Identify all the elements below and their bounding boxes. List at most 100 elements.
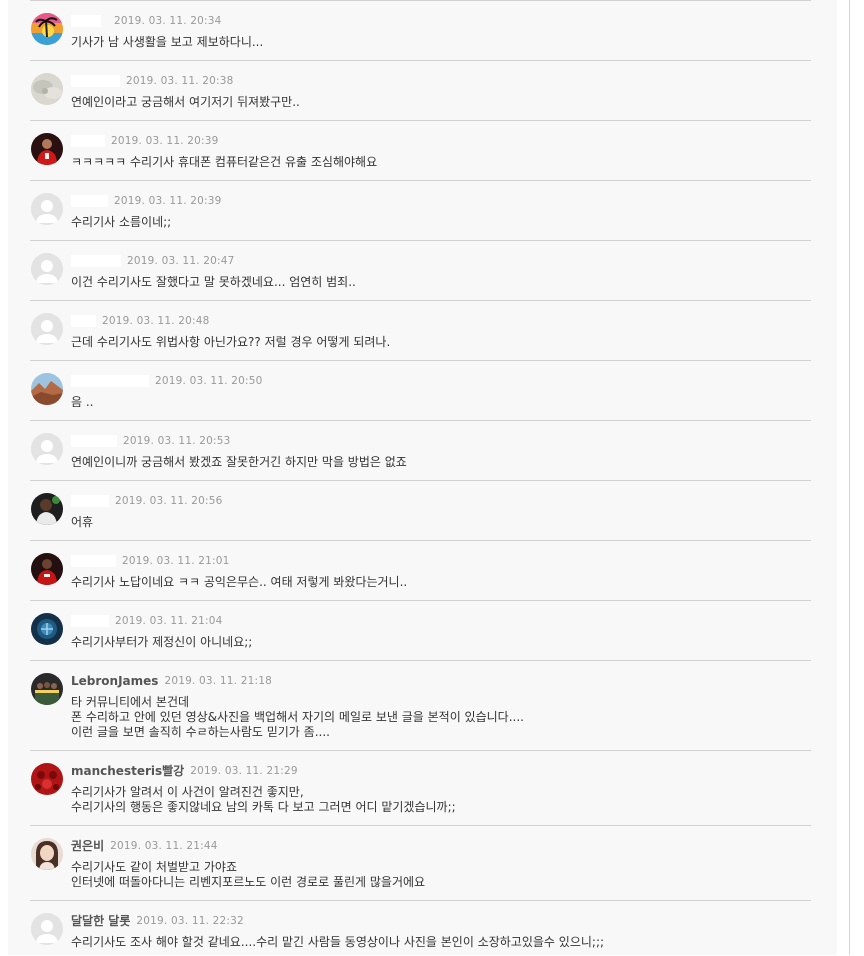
comment-author[interactable] [71, 195, 108, 207]
comment-meta: 2019. 03. 11. 20:38 [71, 75, 234, 89]
comment-line: 수리기사의 행동은 좋지않네요 남의 카톡 다 보고 그러면 어디 맡기겠습니까… [71, 800, 456, 814]
comment-item: 권은비 2019. 03. 11. 21:44 수리기사도 같이 처벌받고 가야죠… [30, 825, 811, 901]
avatar[interactable] [31, 433, 63, 465]
default-user-icon [31, 433, 63, 465]
avatar[interactable] [31, 13, 63, 45]
comment-line: 기사가 남 사생활을 보고 제보하다니... [71, 35, 264, 49]
comment-line: 수리기사부터가 제정신이 아니네요;; [71, 635, 253, 649]
comment-author[interactable] [71, 255, 121, 267]
comment-line: 수리기사 노답이네요 ㅋㅋ 공익은무슨.. 여태 저렇게 봐왔다는거니.. [71, 575, 408, 589]
default-user-icon [31, 913, 63, 945]
comment-date: 2019. 03. 11. 20:39 [111, 135, 219, 147]
comment-item: LebronJames 2019. 03. 11. 21:18 타 커뮤니티에서 … [30, 660, 811, 751]
avatar[interactable] [31, 493, 63, 525]
comment-item: 달달한 달롯 2019. 03. 11. 22:32 수리기사도 조사 해야 할것… [30, 900, 811, 956]
comment-meta: 2019. 03. 11. 21:04 [71, 615, 223, 629]
comment-text: 타 커뮤니티에서 본건데 폰 수리하고 안에 있던 영상&사진을 백업해서 자기… [71, 695, 791, 740]
avatar[interactable] [31, 73, 63, 105]
palm-tree-sunset-icon [31, 13, 63, 45]
comment-date: 2019. 03. 11. 20:47 [127, 255, 235, 267]
comment-meta: manchesteris빨강 2019. 03. 11. 21:29 [71, 765, 298, 779]
comment-author[interactable] [71, 135, 105, 147]
comment-item: 2019. 03. 11. 20:53 연예인이니까 궁금해서 봤겠죠 잘못한거… [30, 420, 811, 481]
comment-date: 2019. 03. 11. 21:29 [190, 765, 298, 777]
comment-meta: 2019. 03. 11. 20:48 [71, 315, 210, 329]
avatar[interactable] [31, 193, 63, 225]
comment-author[interactable] [71, 495, 109, 507]
comment-line: 이런 글을 보면 솔직히 수ㄹ하는사람도 믿기가 좀.... [71, 725, 330, 739]
blue-team-crest-icon [31, 613, 63, 645]
comment-line: 이건 수리기사도 잘했다고 말 못하겠네요... 엄연히 범죄.. [71, 275, 356, 289]
red-jersey-player-icon [31, 133, 63, 165]
comment-date: 2019. 03. 11. 20:34 [114, 15, 222, 27]
comment-text: 수리기사도 같이 처벌받고 가야죠 인터넷에 떠돌아다니는 리벤지포르노도 이런… [71, 860, 791, 890]
avatar[interactable] [31, 613, 63, 645]
comment-author[interactable] [71, 435, 117, 447]
comment-meta: 2019. 03. 11. 20:39 [71, 195, 222, 209]
comment-meta: 2019. 03. 11. 20:39 [71, 135, 219, 149]
comment-item: manchesteris빨강 2019. 03. 11. 21:29 수리기사가 … [30, 750, 811, 826]
comment-item: 2019. 03. 11. 20:48 근데 수리기사도 위법사항 아닌가요??… [30, 300, 811, 361]
comment-line: 인터넷에 떠돌아다니는 리벤지포르노도 이런 경로로 풀린게 많을거에요 [71, 875, 426, 889]
default-user-icon [31, 313, 63, 345]
comment-date: 2019. 03. 11. 21:04 [115, 615, 223, 627]
comment-line: 수리기사도 조사 해야 할것 같네요....수리 맡긴 사람들 동영상이나 사진… [71, 935, 605, 949]
comment-date: 2019. 03. 11. 20:56 [115, 495, 223, 507]
comment-meta: 2019. 03. 11. 20:50 [71, 375, 263, 389]
comment-line: 연예인이라고 궁금해서 여기저기 뒤져봤구만.. [71, 95, 300, 109]
comment-item: 2019. 03. 11. 21:01 수리기사 노답이네요 ㅋㅋ 공익은무슨.… [30, 540, 811, 601]
comment-date: 2019. 03. 11. 20:50 [155, 375, 263, 387]
comment-meta: 2019. 03. 11. 20:34 [71, 15, 222, 29]
avatar[interactable] [31, 253, 63, 285]
comment-author[interactable] [71, 15, 101, 27]
comment-meta: 2019. 03. 11. 20:47 [71, 255, 235, 269]
comment-date: 2019. 03. 11. 20:38 [126, 75, 234, 87]
comment-item: 2019. 03. 11. 20:39 ㅋㅋㅋㅋㅋ 수리기사 휴대폰 컴퓨터같은… [30, 120, 811, 181]
avatar[interactable] [31, 763, 63, 795]
comment-item: 2019. 03. 11. 20:34 기사가 남 사생활을 보고 제보하다니.… [30, 0, 811, 61]
avatar[interactable] [31, 673, 63, 705]
comment-text: 이건 수리기사도 잘했다고 말 못하겠네요... 엄연히 범죄.. [71, 275, 791, 290]
comment-line: 근데 수리기사도 위법사항 아닌가요?? 저럴 경우 어떻게 되려나. [71, 335, 391, 349]
red-crest-icon [31, 763, 63, 795]
comment-author[interactable]: manchesteris빨강 [71, 765, 184, 778]
comment-text: 수리기사부터가 제정신이 아니네요;; [71, 635, 791, 650]
comment-item: 2019. 03. 11. 20:47 이건 수리기사도 잘했다고 말 못하겠네… [30, 240, 811, 301]
canyon-landscape-icon [31, 373, 63, 405]
default-user-icon [31, 193, 63, 225]
comment-author[interactable] [71, 375, 149, 387]
comment-text: 음 .. [71, 395, 791, 410]
comment-line: 타 커뮤니티에서 본건데 [71, 695, 190, 709]
comment-text: 연예인이라고 궁금해서 여기저기 뒤져봤구만.. [71, 95, 791, 110]
comment-text: 기사가 남 사생활을 보고 제보하다니... [71, 35, 791, 50]
comment-item: 2019. 03. 11. 20:38 연예인이라고 궁금해서 여기저기 뒤져봤… [30, 60, 811, 121]
comment-line: 수리기사도 같이 처벌받고 가야죠 [71, 860, 238, 874]
comment-text: 수리기사 소름이네;; [71, 215, 791, 230]
avatar[interactable] [31, 553, 63, 585]
comment-item: 2019. 03. 11. 20:50 음 .. [30, 360, 811, 421]
comment-line: 연예인이니까 궁금해서 봤겠죠 잘못한거긴 하지만 막을 방법은 없죠 [71, 455, 407, 469]
red-jersey-player-icon [31, 553, 63, 585]
comment-meta: 2019. 03. 11. 20:53 [71, 435, 231, 449]
default-user-icon [31, 253, 63, 285]
comment-line: 수리기사가 알려서 이 사건이 알려진건 좋지만, [71, 785, 304, 799]
comment-author[interactable] [71, 555, 116, 567]
avatar[interactable] [31, 373, 63, 405]
comment-author[interactable] [71, 75, 120, 87]
avatar[interactable] [31, 133, 63, 165]
comment-item: 2019. 03. 11. 20:39 수리기사 소름이네;; [30, 180, 811, 241]
comment-author[interactable]: 달달한 달롯 [71, 915, 130, 928]
avatar[interactable] [31, 838, 63, 870]
comment-author[interactable]: LebronJames [71, 675, 158, 688]
avatar[interactable] [31, 313, 63, 345]
comment-author[interactable] [71, 315, 96, 327]
comment-date: 2019. 03. 11. 22:32 [136, 915, 244, 927]
avatar[interactable] [31, 913, 63, 945]
comment-author[interactable] [71, 615, 109, 627]
comment-date: 2019. 03. 11. 20:48 [102, 315, 210, 327]
woman-portrait-icon [31, 838, 63, 870]
comment-author[interactable]: 권은비 [71, 840, 104, 853]
comment-meta: LebronJames 2019. 03. 11. 21:18 [71, 675, 272, 689]
scroll-divider [849, 0, 850, 955]
comment-date: 2019. 03. 11. 21:01 [122, 555, 230, 567]
